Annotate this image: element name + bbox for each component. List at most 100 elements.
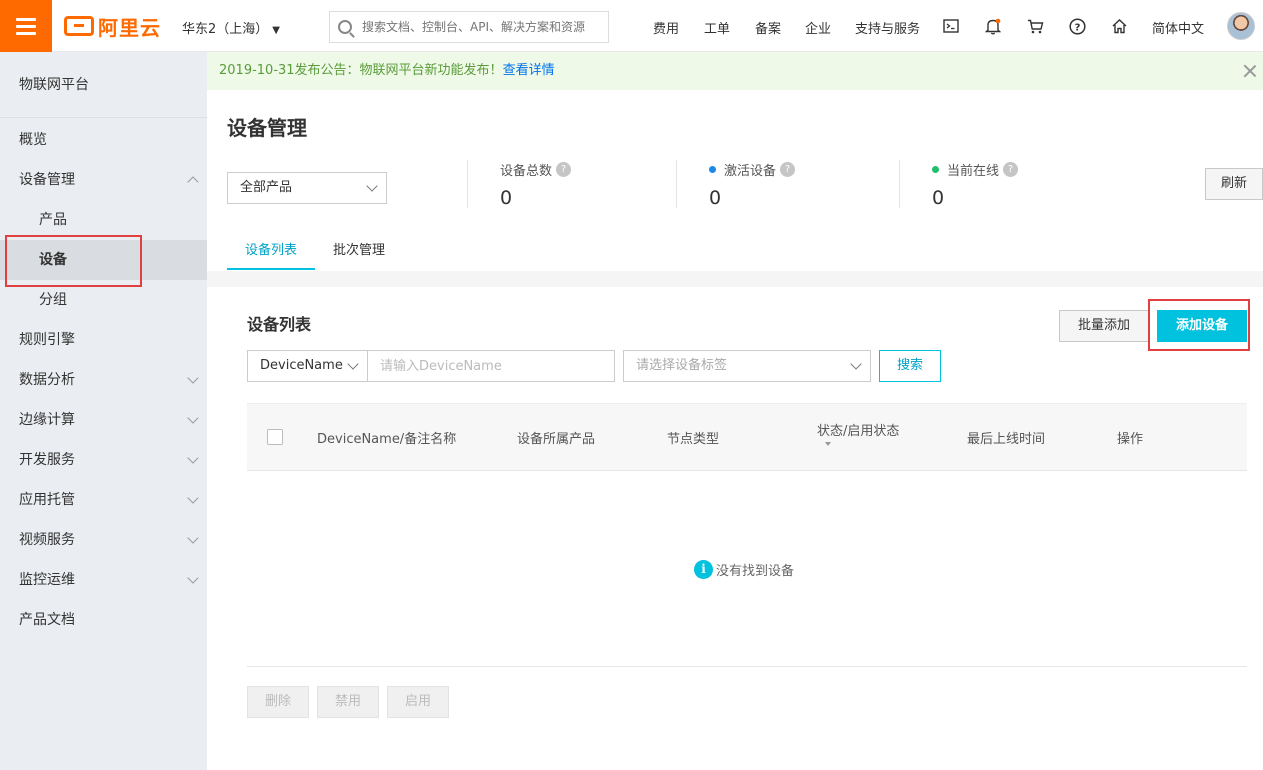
- chevron-down-icon: [187, 372, 199, 384]
- chevron-down-icon: [187, 492, 199, 504]
- column-actions: 操作: [1117, 432, 1144, 447]
- sidebar-item-label: 分组: [39, 292, 67, 308]
- stat-label: 设备总数: [500, 164, 553, 179]
- sidebar-item-overview[interactable]: 概览: [0, 120, 207, 160]
- region-selector[interactable]: 华东2（上海） ▼: [182, 18, 280, 37]
- section-gap: [207, 271, 1263, 287]
- device-tag-select[interactable]: 请选择设备标签: [623, 350, 871, 382]
- refresh-button[interactable]: 刷新: [1205, 168, 1263, 200]
- sidebar-item-edge-computing[interactable]: 边缘计算: [0, 400, 207, 440]
- product-select[interactable]: 全部产品: [227, 172, 387, 204]
- chevron-down-icon: [366, 180, 378, 192]
- announcement-text: 2019-10-31发布公告：物联网平台新功能发布！: [219, 63, 503, 78]
- main-content: 设备管理 全部产品 设备总数? 0 激活设备? 0 当前在线? 0 刷新 设备列…: [207, 90, 1263, 770]
- stat-label: 激活设备: [724, 164, 777, 179]
- terminal-icon[interactable]: [941, 16, 961, 36]
- nav-enterprise[interactable]: 企业: [805, 18, 831, 37]
- panel-title: 设备列表: [247, 315, 312, 334]
- tab-batch-management[interactable]: 批次管理: [319, 236, 399, 270]
- home-icon[interactable]: [1109, 16, 1129, 36]
- language-selector[interactable]: 简体中文: [1152, 18, 1204, 37]
- sidebar-item-label: 概览: [19, 132, 47, 148]
- column-last-online[interactable]: 最后上线时间: [967, 428, 1045, 447]
- nav-icp[interactable]: 备案: [755, 18, 781, 37]
- sidebar-item-monitoring[interactable]: 监控运维: [0, 560, 207, 600]
- sidebar-item-label: 规则引擎: [19, 332, 75, 348]
- global-search[interactable]: [329, 11, 609, 43]
- sidebar-item-label: 设备管理: [19, 172, 75, 188]
- device-list-panel: 设备列表 批量添加 添加设备 DeviceName 请选择设备标签 搜索 Dev…: [227, 287, 1263, 770]
- bell-icon[interactable]: [983, 16, 1003, 36]
- help-icon[interactable]: ?: [1003, 162, 1019, 177]
- announcement-link[interactable]: 查看详情: [503, 63, 555, 78]
- sidebar-item-label: 设备: [39, 252, 67, 268]
- announcement-bar: 2019-10-31发布公告：物联网平台新功能发布！查看详情: [207, 52, 1263, 90]
- column-status[interactable]: 状态/启用状态: [817, 420, 900, 446]
- sidebar-title: 物联网平台: [0, 52, 207, 118]
- help-icon[interactable]: ?: [556, 162, 572, 177]
- sidebar-item-dev-services[interactable]: 开发服务: [0, 440, 207, 480]
- enable-button[interactable]: 启用: [387, 686, 449, 718]
- chevron-up-icon: [187, 176, 199, 188]
- info-icon: i: [694, 560, 713, 579]
- stat-online-devices: 当前在线? 0: [932, 160, 1019, 209]
- stat-activated-devices: 激活设备? 0: [709, 160, 796, 209]
- search-input[interactable]: [362, 20, 592, 34]
- nav-support[interactable]: 支持与服务: [855, 18, 920, 37]
- sidebar-item-devices[interactable]: 设备: [0, 240, 207, 280]
- status-dot-icon: [709, 166, 716, 173]
- stat-value: 0: [500, 187, 513, 209]
- batch-add-button[interactable]: 批量添加: [1059, 310, 1149, 342]
- device-tag-placeholder: 请选择设备标签: [636, 358, 728, 373]
- column-product[interactable]: 设备所属产品: [517, 428, 595, 447]
- svg-text:?: ?: [1074, 22, 1080, 33]
- stat-total-devices: 设备总数? 0: [500, 160, 572, 209]
- user-avatar[interactable]: [1227, 12, 1255, 40]
- table-header: DeviceName/备注名称 设备所属产品 节点类型 状态/启用状态 最后上线…: [247, 403, 1247, 471]
- sort-caret-icon[interactable]: [825, 442, 831, 446]
- sidebar-item-app-hosting[interactable]: 应用托管: [0, 480, 207, 520]
- stat-label: 当前在线: [947, 164, 1000, 179]
- help-icon[interactable]: ?: [1067, 16, 1087, 36]
- stat-value: 0: [932, 187, 945, 209]
- nav-billing[interactable]: 费用: [653, 18, 679, 37]
- tab-device-list[interactable]: 设备列表: [227, 236, 315, 270]
- device-name-input[interactable]: [367, 350, 615, 382]
- empty-state: i 没有找到设备: [247, 471, 1247, 667]
- chevron-down-icon: [850, 358, 862, 370]
- page-title: 设备管理: [227, 116, 307, 140]
- help-icon[interactable]: ?: [780, 162, 796, 177]
- sidebar-item-products[interactable]: 产品: [0, 200, 207, 240]
- caret-down-icon: ▼: [272, 25, 280, 36]
- column-device-name[interactable]: DeviceName/备注名称: [317, 428, 456, 447]
- sidebar-item-rule-engine[interactable]: 规则引擎: [0, 320, 207, 360]
- sidebar-item-video-services[interactable]: 视频服务: [0, 520, 207, 560]
- menu-icon[interactable]: [0, 0, 52, 52]
- empty-message: 没有找到设备: [716, 564, 795, 579]
- status-dot-icon: [932, 166, 939, 173]
- product-select-value: 全部产品: [240, 180, 293, 195]
- aliyun-logo[interactable]: 阿里云: [64, 14, 161, 40]
- sidebar-item-device-management[interactable]: 设备管理: [0, 160, 207, 200]
- sidebar-item-label: 应用托管: [19, 492, 75, 508]
- sidebar-item-label: 监控运维: [19, 572, 75, 588]
- sidebar-item-groups[interactable]: 分组: [0, 280, 207, 320]
- delete-button[interactable]: 删除: [247, 686, 309, 718]
- logo-text: 阿里云: [98, 15, 161, 40]
- sidebar-item-product-docs[interactable]: 产品文档: [0, 600, 207, 640]
- filter-field-select[interactable]: DeviceName: [247, 350, 368, 382]
- nav-tickets[interactable]: 工单: [704, 18, 730, 37]
- close-icon[interactable]: [1243, 64, 1257, 78]
- cart-icon[interactable]: [1025, 16, 1045, 36]
- add-device-button[interactable]: 添加设备: [1157, 310, 1247, 342]
- disable-button[interactable]: 禁用: [317, 686, 379, 718]
- search-button[interactable]: 搜索: [879, 350, 941, 382]
- select-all-checkbox[interactable]: [267, 429, 283, 445]
- divider: [676, 160, 677, 208]
- divider: [899, 160, 900, 208]
- column-status-label: 状态/启用状态: [817, 424, 900, 439]
- column-node-type[interactable]: 节点类型: [667, 428, 719, 447]
- filter-field-value: DeviceName: [260, 358, 343, 373]
- sidebar-item-data-analysis[interactable]: 数据分析: [0, 360, 207, 400]
- chevron-down-icon: [187, 412, 199, 424]
